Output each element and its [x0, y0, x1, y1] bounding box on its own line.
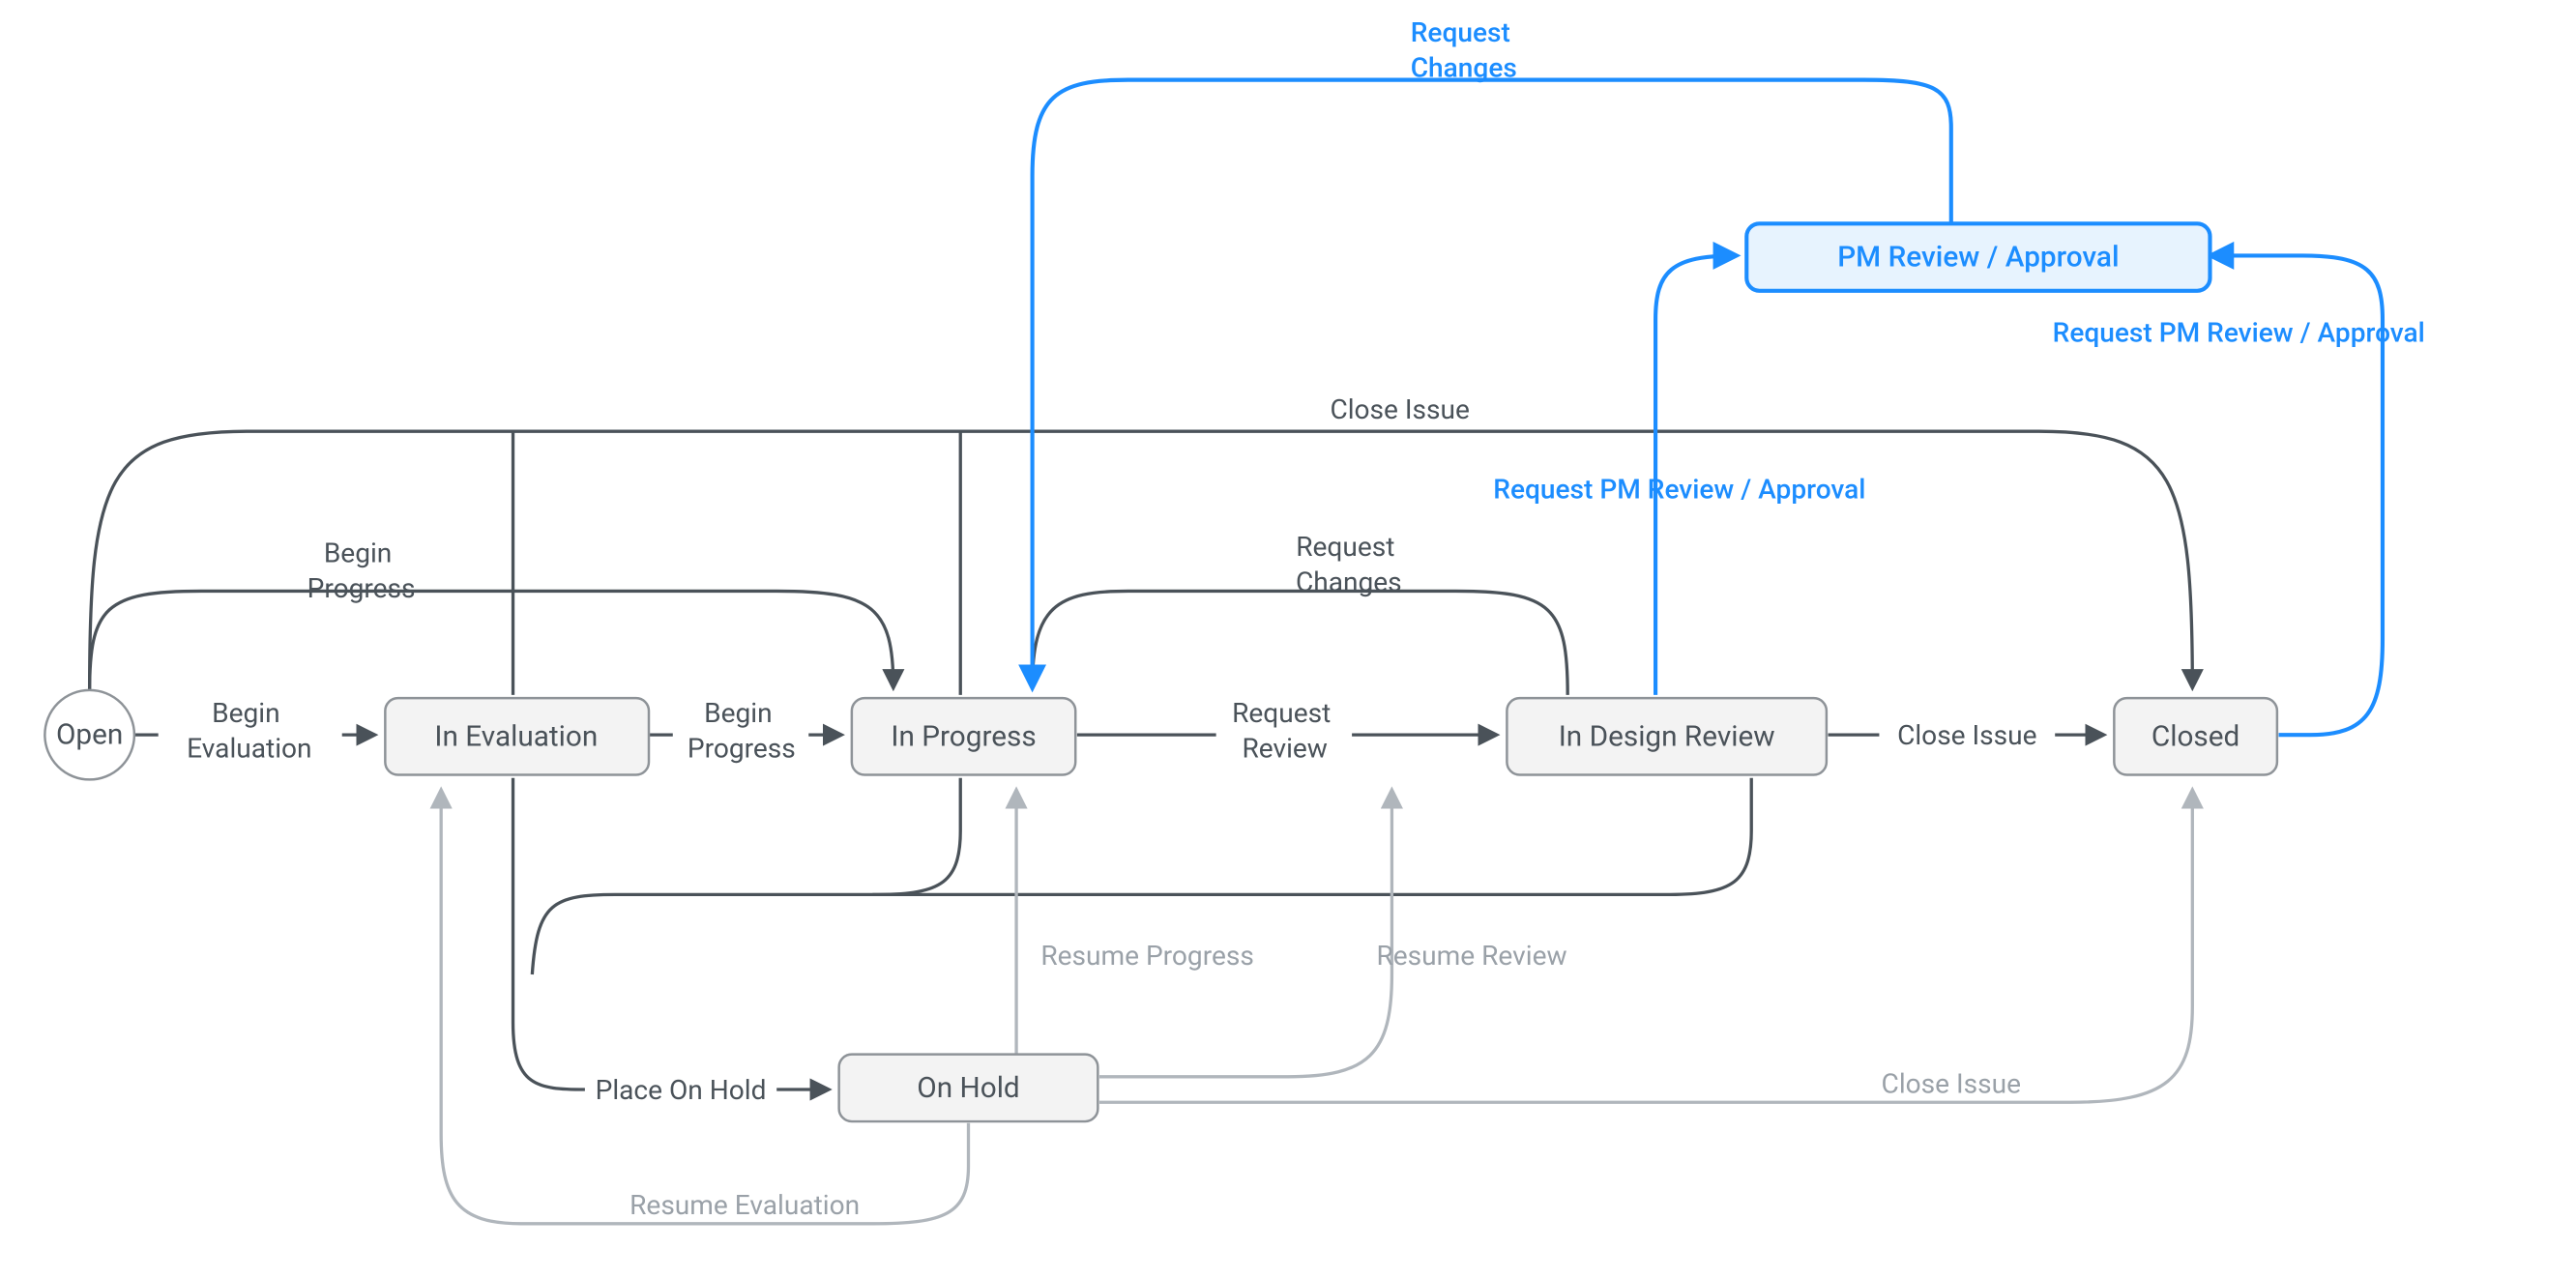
edge-request-pm-review-closed: Request PM Review / Approval: [2053, 255, 2425, 735]
svg-text:Resume Progress: Resume Progress: [1040, 940, 1254, 972]
edge-request-pm-review: Request PM Review / Approval: [1493, 255, 1865, 694]
edge-label-line: Request: [1296, 531, 1394, 563]
svg-text:PM Review / Approval: PM Review / Approval: [1837, 241, 2119, 275]
edge-label-line: Begin: [212, 697, 279, 729]
edge-begin-progress: Begin Progress: [649, 697, 840, 764]
svg-text:Close Issue: Close Issue: [1882, 1067, 2021, 1099]
svg-text:On Hold: On Hold: [917, 1071, 1019, 1105]
edge-close-issue-hold: Close Issue: [1099, 791, 2192, 1102]
svg-text:Request PM Review / Approval: Request PM Review / Approval: [1493, 474, 1865, 506]
svg-text:Request Changes: Request Changes: [1296, 531, 1402, 597]
edge-label-line: Request: [1232, 697, 1331, 729]
svg-text:Begin Progress: Begin Progress: [688, 697, 796, 764]
node-closed: Closed: [2114, 698, 2277, 774]
svg-text:In Progress: In Progress: [891, 719, 1036, 753]
svg-text:Resume Review: Resume Review: [1376, 940, 1566, 972]
node-in-progress: In Progress: [852, 698, 1075, 774]
edge-resume-review: Resume Review: [1099, 791, 1567, 1077]
edge-label-line: Close Issue: [1330, 393, 1469, 425]
edge-label-line: Place On Hold: [596, 1074, 767, 1106]
edge-pm-request-changes: Request Changes: [1033, 16, 1951, 687]
edge-label-line: Review: [1242, 732, 1327, 764]
edge-resume-evaluation: Resume Evaluation: [441, 791, 968, 1224]
node-open: Open: [44, 690, 134, 780]
svg-text:Resume Evaluation: Resume Evaluation: [629, 1189, 860, 1221]
node-on-hold: On Hold: [839, 1055, 1098, 1121]
svg-text:Request Changes: Request Changes: [1411, 16, 1517, 83]
edge-label-line: Request PM Review / Approval: [2053, 317, 2425, 349]
workflow-diagram: Begin Evaluation Begin Progress Request …: [0, 0, 2576, 1278]
svg-text:Request PM Review / Approval: Request PM Review / Approval: [2053, 317, 2425, 349]
edge-label-line: Changes: [1296, 566, 1402, 597]
edge-close-issue-main: Close Issue: [1829, 719, 2103, 751]
edge-request-changes: Request Changes: [1033, 531, 1568, 695]
edge-begin-progress-top: Begin Progress: [90, 537, 893, 692]
edge-label-line: Begin: [324, 537, 392, 569]
edge-label-line: Progress: [307, 572, 416, 604]
edge-begin-evaluation: Begin Evaluation: [134, 697, 374, 764]
edge-label-line: Close Issue: [1897, 719, 2036, 751]
edge-label-line: Request: [1411, 16, 1510, 48]
svg-text:In Evaluation: In Evaluation: [434, 719, 598, 753]
svg-text:Close Issue: Close Issue: [1330, 393, 1469, 425]
edge-label-line: Begin: [704, 697, 772, 729]
node-in-design-review: In Design Review: [1507, 698, 1827, 774]
edge-label-line: Close Issue: [1882, 1067, 2021, 1099]
svg-text:Place On Hold: Place On Hold: [596, 1074, 767, 1106]
edge-label-line: Resume Review: [1376, 940, 1566, 972]
edge-label-line: Progress: [688, 732, 796, 764]
svg-text:Begin Progress: Begin Progress: [307, 537, 416, 604]
edge-label-line: Resume Progress: [1040, 940, 1254, 972]
edge-close-issue-top: Close Issue: [90, 393, 2193, 695]
edge-label-line: Request PM Review / Approval: [1493, 474, 1865, 506]
edge-label-line: Evaluation: [187, 732, 311, 764]
node-pm-review: PM Review / Approval: [1746, 223, 2210, 290]
edge-label-line: Changes: [1411, 51, 1517, 83]
svg-text:In Design Review: In Design Review: [1559, 719, 1775, 753]
svg-text:Begin Evaluation: Begin Evaluation: [187, 697, 311, 764]
svg-text:Request Review: Request Review: [1232, 697, 1337, 764]
svg-text:Open: Open: [56, 718, 123, 752]
node-in-evaluation: In Evaluation: [385, 698, 649, 774]
svg-text:Close Issue: Close Issue: [1897, 719, 2036, 751]
svg-text:Closed: Closed: [2152, 719, 2239, 753]
edge-resume-progress: Resume Progress: [1016, 791, 1254, 1055]
edge-label-line: Resume Evaluation: [629, 1189, 860, 1221]
edge-request-review: Request Review: [1077, 697, 1496, 764]
